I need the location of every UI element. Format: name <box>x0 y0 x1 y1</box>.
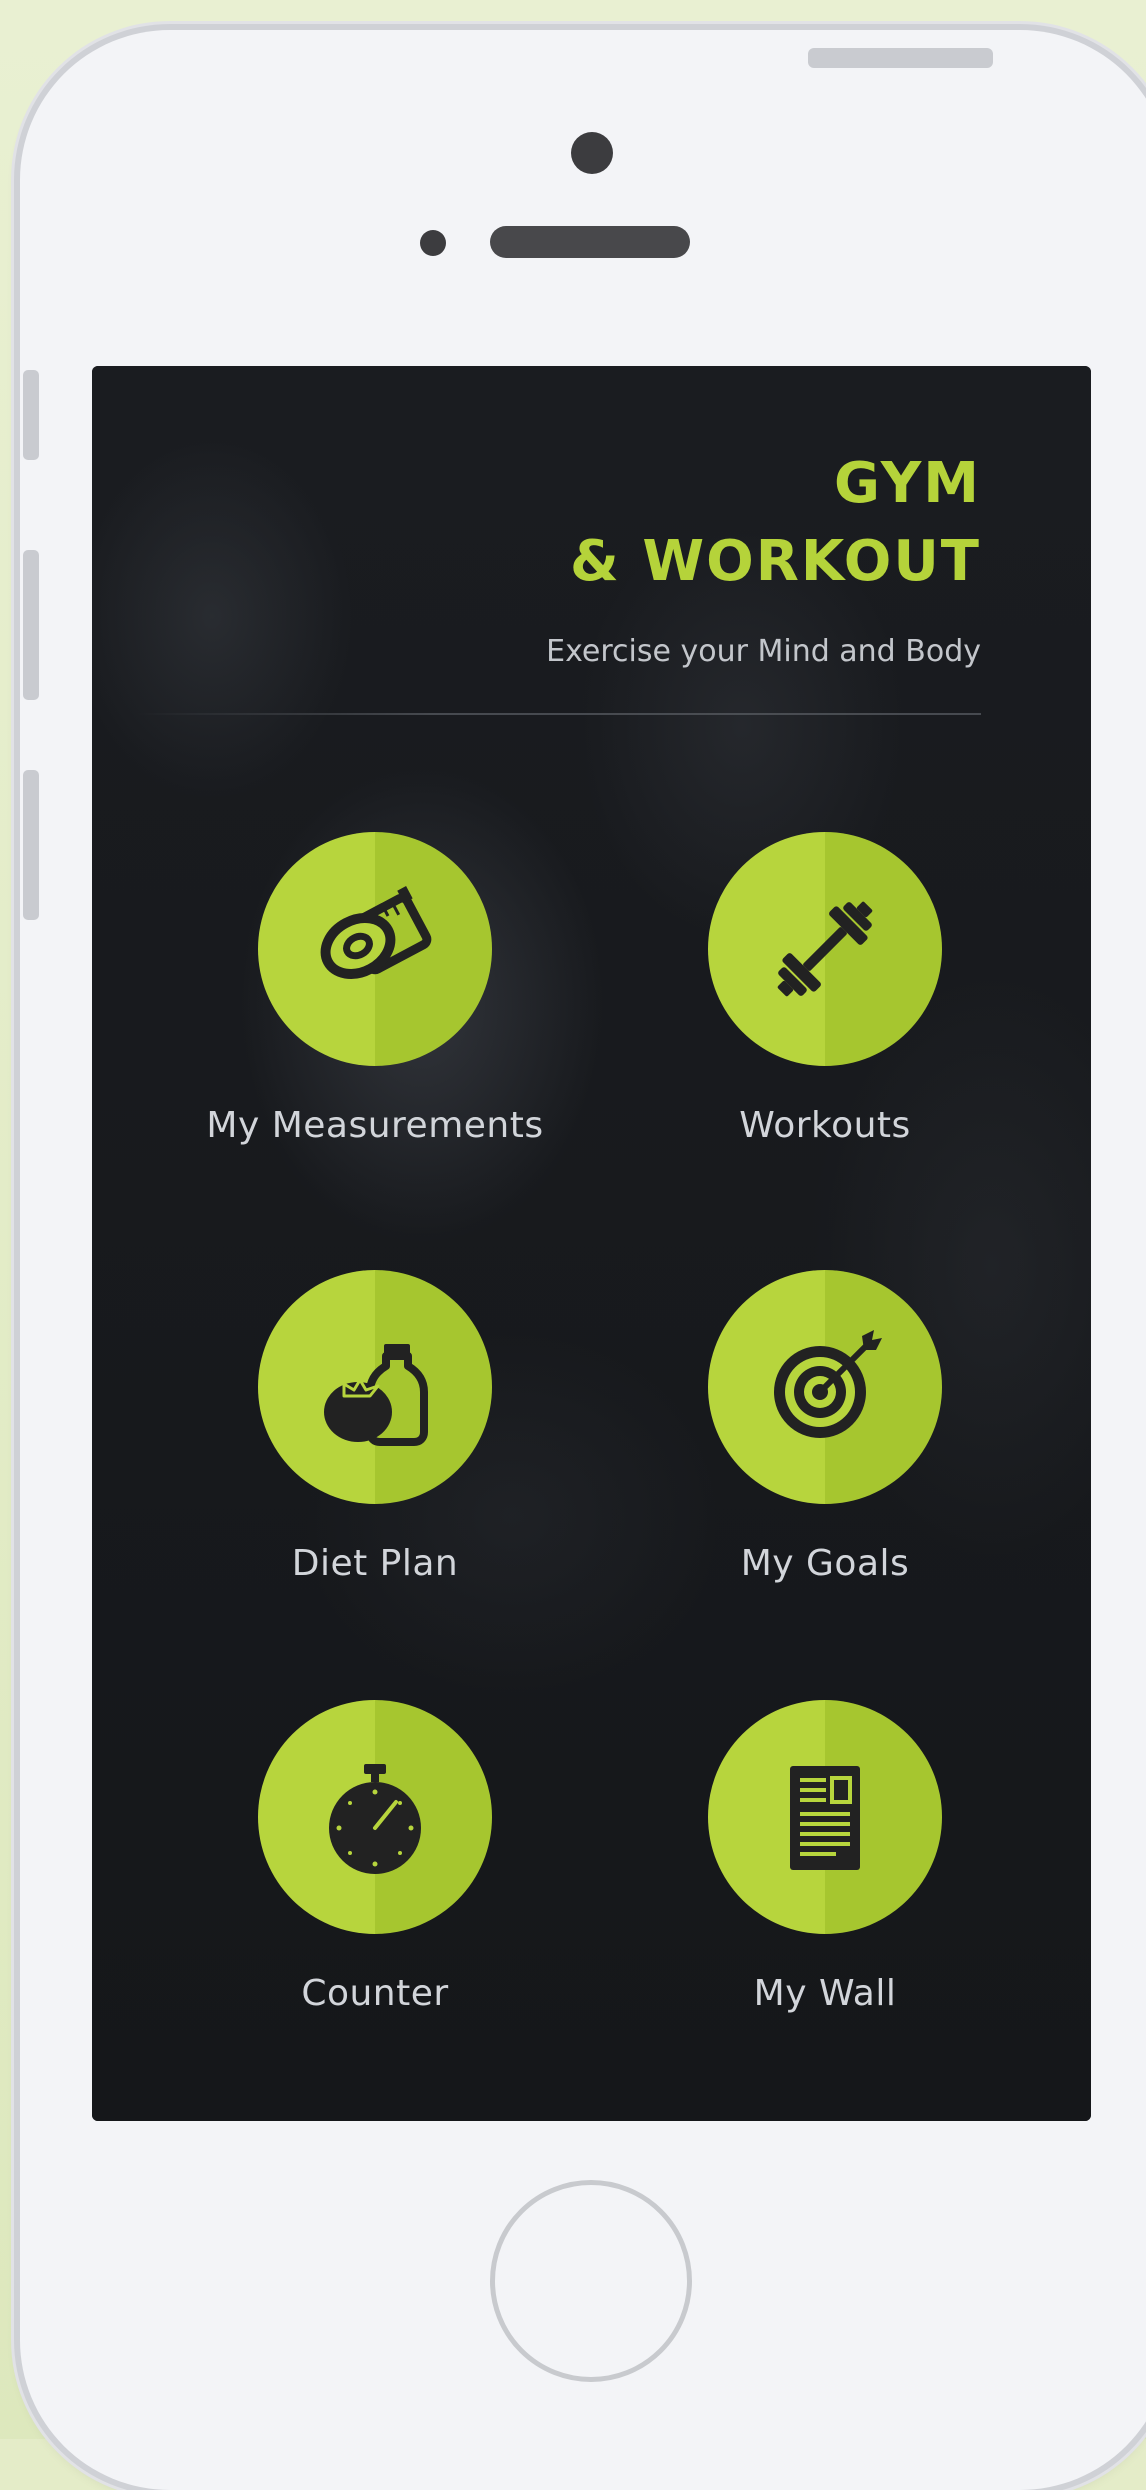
dumbbell-icon <box>777 901 873 997</box>
menu-label: My Wall <box>753 1973 897 2014</box>
proximity-sensor <box>420 230 446 256</box>
menu-circle <box>708 1700 942 1934</box>
earpiece-speaker <box>490 226 690 258</box>
target-icon <box>774 1330 882 1438</box>
menu-circle <box>258 1700 492 1934</box>
background-photo <box>92 366 1091 2121</box>
menu-label: Workouts <box>739 1105 911 1146</box>
app-subtitle: Exercise your Mind and Body <box>546 634 981 669</box>
menu-label: My Measurements <box>206 1105 544 1146</box>
power-button <box>808 48 993 68</box>
menu-circle <box>258 1270 492 1504</box>
menu-circle <box>258 832 492 1066</box>
front-camera <box>571 132 613 174</box>
header-divider <box>137 713 981 715</box>
document-icon <box>790 1766 860 1870</box>
app-title-line-2: & WORKOUT <box>570 529 981 594</box>
menu-circle <box>708 1270 942 1504</box>
stopwatch-icon <box>329 1764 421 1874</box>
mute-switch <box>23 370 39 460</box>
app-screen: GYM & WORKOUT Exercise your Mind and Bod… <box>92 366 1091 2121</box>
app-title-line-1: GYM <box>833 451 981 516</box>
measuring-tape-icon <box>320 886 432 979</box>
home-button[interactable] <box>490 2180 692 2382</box>
volume-down-button <box>23 770 39 920</box>
menu-label: My Goals <box>740 1543 910 1584</box>
menu-label: Diet Plan <box>291 1543 459 1584</box>
volume-up-button <box>23 550 39 700</box>
menu-label: Counter <box>301 1973 449 2014</box>
menu-circle <box>708 832 942 1066</box>
tomato-and-bottle-icon <box>324 1344 428 1446</box>
